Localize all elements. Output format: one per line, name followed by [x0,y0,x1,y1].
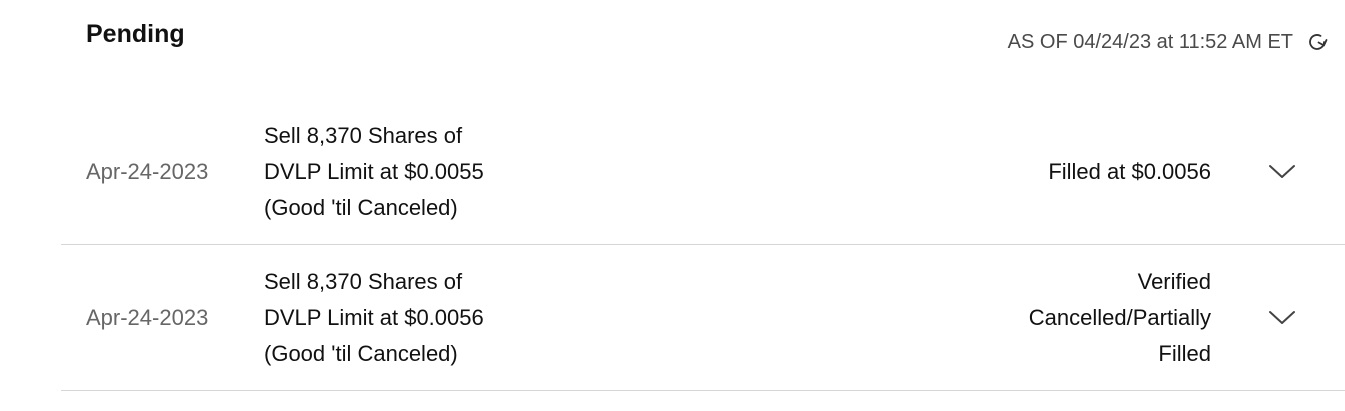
order-row[interactable]: Apr-24-2023 Sell 8,370 Shares of DVLP Li… [61,245,1345,391]
order-status: Filled at $0.0056 [1048,154,1211,190]
order-row[interactable]: Apr-24-2023 Sell 8,370 Shares of DVLP Li… [61,100,1345,245]
refresh-button[interactable] [1303,28,1331,56]
order-date: Apr-24-2023 [86,304,209,330]
order-description-line: DVLP Limit at $0.0056 [264,304,484,330]
order-status-line: Filled at $0.0056 [1048,159,1211,184]
order-description-line: (Good 'til Canceled) [264,340,458,366]
as-of-timestamp: AS OF 04/24/23 at 11:52 AM ET [1007,30,1293,53]
order-status-line: Filled [1158,340,1211,366]
order-status-line: Cancelled/Partially [1028,304,1211,330]
order-date: Apr-24-2023 [86,159,209,184]
as-of-timestamp-bar: AS OF 04/24/23 at 11:52 AM ET [1008,28,1331,56]
order-status: Verified Cancelled/Partially Filled [1029,264,1211,372]
order-description-line: DVLP Limit at $0.0055 [264,159,484,184]
chevron-down-icon [1269,310,1295,324]
order-description: Sell 8,370 Shares of DVLP Limit at $0.00… [264,118,484,226]
order-description-line: Sell 8,370 Shares of [264,123,463,148]
order-description-line: Sell 8,370 Shares of [264,268,463,294]
refresh-icon [1309,34,1328,50]
order-description: Sell 8,370 Shares of DVLP Limit at $0.00… [264,264,484,372]
pending-section-title: Pending [86,20,185,48]
order-description-line: (Good 'til Canceled) [264,195,458,220]
expand-order-button[interactable] [1265,155,1299,189]
chevron-down-icon [1269,165,1295,178]
pending-orders-list: Apr-24-2023 Sell 8,370 Shares of DVLP Li… [61,100,1345,391]
order-status-line: Verified [1137,268,1211,294]
expand-order-button[interactable] [1265,301,1299,335]
